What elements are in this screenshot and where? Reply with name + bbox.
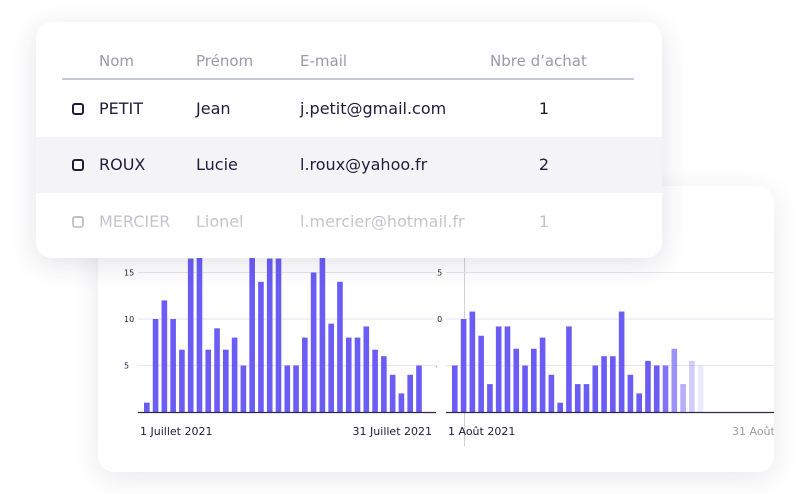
column-header-nom: Nom [99,52,135,70]
y-tick-label: 10 [436,315,442,324]
bar [689,360,695,412]
bar [574,384,581,412]
bar [249,253,255,412]
bar [618,311,625,412]
y-tick-label: 15 [124,269,134,278]
y-tick-label: 15 [436,269,442,278]
table-header: Nom Prénom E-mail Nbre d’achat [36,22,662,80]
y-tick-label: 5 [124,362,129,371]
cell-nom: PETIT [99,99,144,118]
bar [610,356,616,412]
table-row[interactable]: ROUX Lucie l.roux@yahoo.fr 2 [36,137,662,193]
bar [345,337,352,412]
bar [504,326,511,412]
column-header-prenom: Prénom [196,52,254,70]
bar [275,258,282,412]
bar [645,360,651,412]
bar [548,374,555,412]
bar [214,328,220,412]
bar [205,349,212,412]
bar [240,365,247,412]
row-checkbox[interactable] [72,159,84,171]
bar [539,337,546,412]
y-tick-label: 5 [436,362,437,371]
bar [187,258,194,412]
bar [566,326,572,412]
cell-prenom: Lucie [196,155,238,174]
bar [223,349,229,412]
header-underline [62,78,634,80]
row-checkbox[interactable] [72,103,84,115]
bar [231,337,238,412]
bar [697,365,704,412]
column-header-email: E-mail [300,52,348,70]
bar [653,365,660,412]
bar [310,272,317,412]
bar [161,300,168,412]
bar [152,319,159,412]
bar [487,384,493,412]
bar [662,365,669,412]
bar [636,393,642,412]
bar [170,319,176,412]
bar [266,258,273,412]
x-end-label: 31 Juillet 2021 [353,425,432,438]
cell-prenom: Jean [196,99,231,118]
x-start-label: 1 Juillet 2021 [140,425,212,438]
bar [381,356,387,412]
cell-achats: 1 [538,99,550,118]
bar [144,402,150,412]
bar [389,374,396,412]
column-header-achats: Nbre d’achat [490,52,587,70]
bar [416,365,422,412]
bar [671,348,678,412]
cell-email: j.petit@gmail.com [300,99,447,118]
bar [284,365,291,412]
bar [531,348,537,412]
bar [363,326,370,412]
bar [293,365,299,412]
bar [460,319,467,412]
bar [354,337,361,412]
bar [522,365,528,412]
bar [398,393,405,412]
x-end-label: 31 Août 2021 [732,425,774,438]
bar [302,337,308,412]
row-fade-overlay [36,218,662,258]
bar [601,356,607,412]
bar [328,323,334,412]
bar [592,365,599,412]
bar [680,384,686,412]
bar [372,349,378,412]
cell-nom: ROUX [99,155,146,174]
bar [478,335,484,412]
bar [627,374,634,412]
cell-email: l.roux@yahoo.fr [300,155,428,174]
bar [495,326,502,412]
customers-table-card: Nom Prénom E-mail Nbre d’achat PETIT Jea… [36,22,662,258]
bar [513,348,520,412]
bar [337,281,343,412]
bar [196,253,203,412]
bar [179,349,185,412]
bar [258,281,264,412]
bar [583,384,590,412]
y-tick-label: 10 [124,315,134,324]
bar [557,402,563,412]
bar [407,374,413,412]
x-start-label: 1 Août 2021 [448,425,515,438]
bar [452,365,458,412]
cell-achats: 2 [538,155,550,174]
bar [469,311,476,412]
bar [319,253,326,412]
table-row[interactable]: PETIT Jean j.petit@gmail.com 1 [36,81,662,137]
